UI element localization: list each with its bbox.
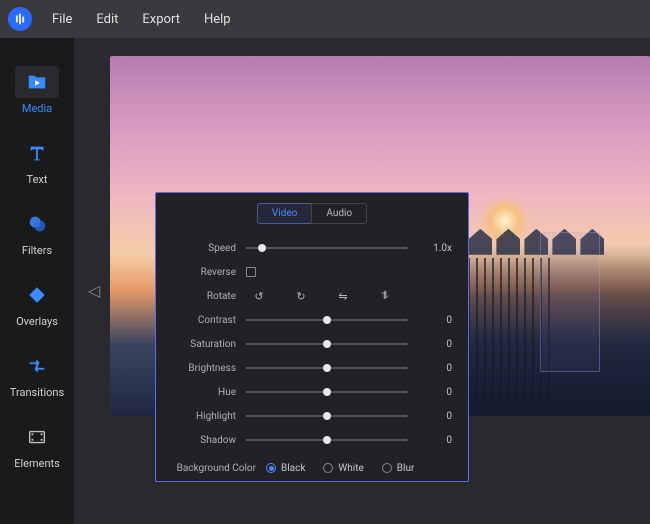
sidebar-item-transitions[interactable]: Transitions	[0, 340, 74, 411]
flip-horizontal-icon[interactable]: ⇋	[336, 289, 350, 303]
flip-vertical-icon[interactable]: ⥮	[378, 289, 392, 303]
row-highlight: Highlight 0	[164, 404, 452, 428]
row-rotate: Rotate ↺ ↻ ⇋ ⥮	[164, 284, 452, 308]
value-saturation: 0	[418, 339, 452, 350]
sidebar-item-overlays[interactable]: Overlays	[0, 269, 74, 340]
radio-label: White	[338, 463, 363, 474]
row-hue: Hue 0	[164, 380, 452, 404]
radio-label: Blur	[397, 463, 415, 474]
label-shadow: Shadow	[164, 435, 236, 446]
diamond-icon	[26, 284, 48, 306]
label-hue: Hue	[164, 387, 236, 398]
menu-edit[interactable]: Edit	[86, 8, 128, 31]
checkbox-reverse[interactable]	[246, 267, 256, 277]
panel-tabs: Video Audio	[156, 193, 468, 230]
slider-speed[interactable]	[246, 241, 408, 255]
properties-panel: Video Audio Speed 1.0x Reverse Rotate ↺ …	[155, 192, 469, 482]
sidebar-item-label: Media	[22, 102, 52, 115]
menubar: File Edit Export Help	[0, 0, 650, 38]
radio-label: Black	[281, 463, 305, 474]
sidebar-item-label: Transitions	[10, 386, 64, 399]
sidebar: Media Text Filters Overlays Transitions …	[0, 38, 74, 524]
text-t-icon	[26, 142, 48, 164]
slider-hue[interactable]	[246, 385, 408, 399]
label-background-color: Background Color	[164, 463, 256, 474]
radio-bg-black[interactable]: Black	[266, 463, 305, 474]
menu-help[interactable]: Help	[194, 8, 241, 31]
label-speed: Speed	[164, 243, 236, 254]
app-logo	[8, 7, 32, 31]
sidebar-item-filters[interactable]: Filters	[0, 198, 74, 269]
tab-video[interactable]: Video	[257, 203, 311, 224]
label-highlight: Highlight	[164, 411, 236, 422]
value-contrast: 0	[418, 315, 452, 326]
menu-file[interactable]: File	[42, 8, 82, 31]
rotate-ccw-icon[interactable]: ↺	[252, 289, 266, 303]
label-brightness: Brightness	[164, 363, 236, 374]
logo-bars-icon	[13, 12, 27, 26]
tab-audio[interactable]: Audio	[311, 203, 367, 224]
label-reverse: Reverse	[164, 267, 236, 278]
sidebar-item-label: Text	[27, 173, 48, 186]
sidebar-item-label: Elements	[14, 457, 60, 470]
sidebar-item-media[interactable]: Media	[0, 56, 74, 127]
value-highlight: 0	[418, 411, 452, 422]
value-speed: 1.0x	[418, 243, 452, 254]
row-brightness: Brightness 0	[164, 356, 452, 380]
selection-overlay[interactable]	[540, 232, 600, 372]
rotate-cw-icon[interactable]: ↻	[294, 289, 308, 303]
slider-contrast[interactable]	[246, 313, 408, 327]
folder-play-icon	[26, 71, 48, 93]
label-saturation: Saturation	[164, 339, 236, 350]
menu-export[interactable]: Export	[132, 8, 190, 31]
row-contrast: Contrast 0	[164, 308, 452, 332]
value-hue: 0	[418, 387, 452, 398]
row-speed: Speed 1.0x	[164, 236, 452, 260]
value-shadow: 0	[418, 435, 452, 446]
slider-brightness[interactable]	[246, 361, 408, 375]
row-background-color: Background Color Black White Blur	[164, 454, 452, 481]
sidebar-item-text[interactable]: Text	[0, 127, 74, 198]
label-rotate: Rotate	[164, 291, 236, 302]
arrows-h-icon	[26, 355, 48, 377]
sidebar-item-elements[interactable]: Elements	[0, 411, 74, 482]
slider-saturation[interactable]	[246, 337, 408, 351]
filmstrip-icon	[26, 426, 48, 448]
radio-bg-white[interactable]: White	[323, 463, 363, 474]
row-reverse: Reverse	[164, 260, 452, 284]
radio-bg-blur[interactable]: Blur	[382, 463, 415, 474]
label-contrast: Contrast	[164, 315, 236, 326]
slider-highlight[interactable]	[246, 409, 408, 423]
back-triangle-icon[interactable]: ◁	[88, 281, 100, 300]
sidebar-item-label: Filters	[22, 244, 52, 257]
sidebar-item-label: Overlays	[16, 315, 58, 328]
row-shadow: Shadow 0	[164, 428, 452, 452]
slider-shadow[interactable]	[246, 433, 408, 447]
blob-icon	[26, 213, 48, 235]
row-saturation: Saturation 0	[164, 332, 452, 356]
value-brightness: 0	[418, 363, 452, 374]
